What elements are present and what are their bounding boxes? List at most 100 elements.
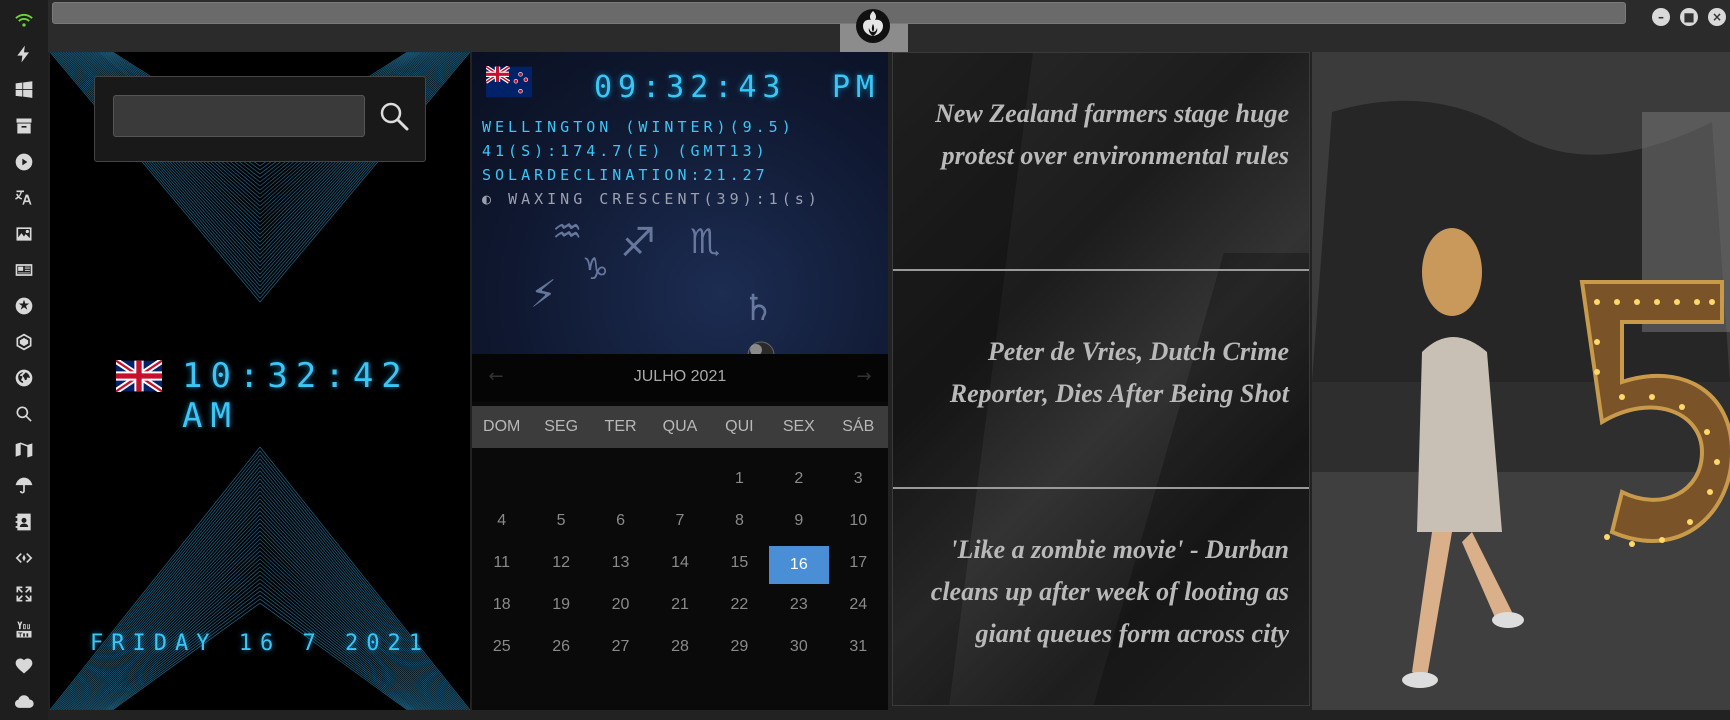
calendar-day[interactable]: 13 [591,544,650,586]
next-month-button[interactable]: → [852,366,876,390]
news-icon[interactable] [12,258,36,282]
calendar-day[interactable]: 14 [650,544,709,586]
calendar-day[interactable]: 15 [710,544,769,586]
moon-phase-text: WAXING CRESCENT(39):1(s) [508,190,821,208]
calendar-day[interactable]: 11 [472,544,531,586]
translate-icon[interactable] [12,186,36,210]
news-headline[interactable]: New Zealand farmers stage huge protest o… [909,93,1289,177]
calendar-day[interactable]: 30 [769,628,828,670]
weekday-label: QUI [725,418,754,435]
nz-time: 09:32:43 [594,70,787,105]
image-icon[interactable] [12,222,36,246]
calendar-day [531,460,590,502]
calendar-week: 18 19 20 21 22 23 24 [472,586,888,628]
calendar-day[interactable]: 29 [710,628,769,670]
globe-icon[interactable] [12,366,36,390]
heart-icon[interactable] [12,654,36,678]
minimize-button[interactable]: – [1652,8,1670,26]
calendar-week: 123 [472,460,888,502]
nz-location: WELLINGTON (WINTER)(9.5) [482,118,795,136]
uk-time: 10:32:42 AM [182,356,410,436]
title-bar: – ■ × [48,0,1730,52]
calendar-week: 25 26 27 28 29 30 31 [472,628,888,670]
rebel-alliance-icon[interactable] [853,6,893,46]
windows-icon[interactable] [12,78,36,102]
calendar-day[interactable]: 4 [472,502,531,544]
close-button[interactable]: × [1708,8,1726,26]
chevron-line [112,602,408,710]
hexagon-icon[interactable] [12,330,36,354]
calendar-day[interactable]: 25 [472,628,531,670]
calendar-day[interactable]: 2 [769,460,828,502]
calendar-day[interactable]: 12 [531,544,590,586]
calendar-day[interactable]: 3 [829,460,888,502]
calendar-weekdays: DOM SEG TER QUA QUI SEX SÁB [472,406,888,448]
calendar-day-selected[interactable]: 16 [769,546,829,584]
uk-date: FRIDAY 16 7 2021 [90,631,430,656]
calendar-day[interactable]: 20 [591,586,650,628]
code-icon[interactable] [12,546,36,570]
calendar-day[interactable]: 17 [829,544,888,586]
top-scroll-track[interactable] [52,2,1626,24]
umbrella-icon[interactable] [12,474,36,498]
atom-icon[interactable] [12,294,36,318]
wifi-icon[interactable] [12,8,36,32]
calendar-header: ← JULHO 2021 → [472,354,888,402]
calendar-day[interactable]: 8 [710,502,769,544]
calendar-title: JULHO 2021 [633,368,727,385]
play-icon[interactable] [12,150,36,174]
calendar-day[interactable]: 26 [531,628,590,670]
app-window: – ■ × 10:32:42 AM FRIDAY 16 7 2021 ♒ ♐ ♏… [0,0,1730,720]
calendar-grid: 1 2 3 4 5 6 7 8 9 10 11 12 13 14 15 16 17 18 19 20 21 22 23 24 2… [472,460,888,670]
sidebar [0,0,48,720]
calendar-day[interactable]: 10 [829,502,888,544]
calendar-day[interactable]: 22 [710,586,769,628]
nz-clock-panel: ♒ ♐ ♏ ♄ ⚡ ♑ 09:32:43 PM WELLINGTON (WINT… [472,52,888,354]
calendar-day[interactable]: 7 [650,502,709,544]
capricorn-icon: ♑ [582,252,609,287]
archive-icon[interactable] [12,114,36,138]
search-icon[interactable] [377,99,411,133]
youtube-icon[interactable] [12,618,36,642]
news-headline[interactable]: 'Like a zombie movie' - Durban cleans up… [909,529,1289,655]
sagittarius-icon: ♐ [620,220,656,266]
calendar-day[interactable]: 9 [769,502,828,544]
calendar-day[interactable]: 24 [829,586,888,628]
lightning-icon[interactable] [12,42,36,66]
calendar-day[interactable]: 1 [710,460,769,502]
calendar-day[interactable]: 18 [472,586,531,628]
search-box [94,76,426,162]
expand-icon[interactable] [12,582,36,606]
nz-solar-declination: SOLARDECLINATION:21.27 [482,166,769,184]
nz-flag-icon [486,66,532,98]
moon-orb-icon [747,341,775,354]
chevron-line [86,538,434,710]
maximize-button[interactable]: ■ [1680,8,1698,26]
calendar-day[interactable]: 19 [531,586,590,628]
saturn-icon: ♄ [742,288,775,329]
calendar-day[interactable]: 21 [650,586,709,628]
search-input[interactable] [113,95,365,137]
cloud-icon[interactable] [12,690,36,714]
calendar-day[interactable]: 5 [531,502,590,544]
weekday-label: DOM [483,418,521,435]
chevron-line [65,486,455,710]
map-icon[interactable] [12,438,36,462]
calendar-day [591,460,650,502]
photo-panel[interactable] [1312,52,1730,710]
search-icon[interactable] [12,402,36,426]
calendar-day[interactable]: 23 [769,586,828,628]
calendar-week: 11 12 13 14 15 16 17 [472,544,888,586]
news-divider [893,487,1309,489]
contacts-icon[interactable] [12,510,36,534]
calendar-day[interactable]: 6 [591,502,650,544]
weekday-label: QUA [662,418,698,435]
calendar-day[interactable]: 28 [650,628,709,670]
calendar-day[interactable]: 27 [591,628,650,670]
fashion-photo [1312,52,1730,710]
news-headline[interactable]: Peter de Vries, Dutch Crime Reporter, Di… [909,331,1289,415]
moon-phase-icon: ◐ [482,190,509,208]
calendar-day[interactable]: 31 [829,628,888,670]
uk-flag-icon [116,360,162,392]
chevron-line [67,490,453,710]
